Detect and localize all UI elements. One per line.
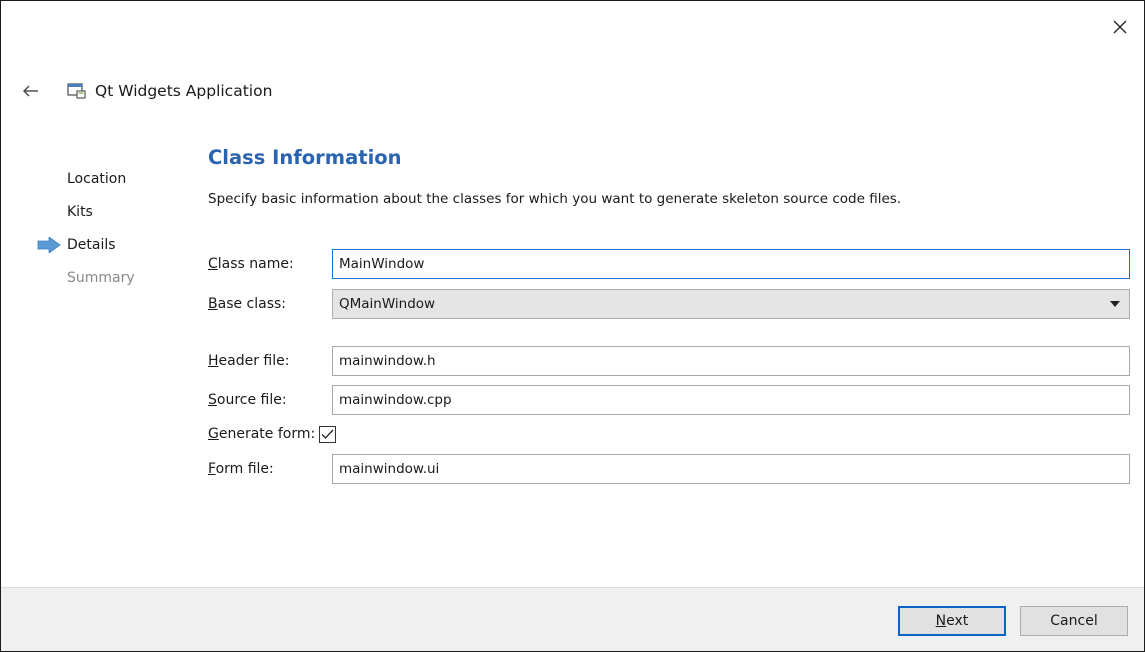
form-file-label: Form file: [208, 461, 274, 477]
generate-form-label: Generate form: [208, 426, 316, 442]
back-button[interactable] [21, 81, 41, 101]
step-label: Kits [67, 204, 93, 220]
base-class-row: Base class: QMainWindow [208, 289, 1130, 319]
button-bar: Next Cancel [1, 587, 1144, 651]
header-file-input[interactable]: mainwindow.h [332, 346, 1130, 376]
header-file-row: Header file: mainwindow.h [208, 346, 1130, 376]
class-name-row: Class name: MainWindow [208, 249, 1130, 279]
checkmark-icon [321, 429, 334, 439]
step-location: Location [25, 168, 135, 201]
source-file-label: Source file: [208, 392, 287, 408]
close-button[interactable] [1106, 13, 1134, 41]
base-class-value: QMainWindow [339, 296, 436, 312]
wizard-steps: Location Kits Details Summary [25, 168, 135, 300]
wizard-window: Qt Widgets Application Location Kits Det… [0, 0, 1145, 652]
form-file-row: Form file: mainwindow.ui [208, 454, 1130, 484]
base-class-dropdown[interactable]: QMainWindow [332, 289, 1130, 319]
close-icon [1113, 20, 1127, 34]
back-arrow-icon [23, 85, 38, 97]
main-panel: Class Information Specify basic informat… [208, 142, 1130, 484]
step-label: Summary [67, 270, 135, 286]
step-label: Location [67, 171, 127, 187]
title-row: Qt Widgets Application [21, 78, 272, 104]
qt-window-icon [67, 83, 86, 99]
step-details: Details [25, 234, 135, 267]
source-file-input[interactable]: mainwindow.cpp [332, 385, 1130, 415]
source-file-row: Source file: mainwindow.cpp [208, 385, 1130, 415]
generate-form-checkbox[interactable] [319, 425, 337, 443]
generate-form-row: Generate form: [208, 423, 337, 445]
base-class-label: Base class: [208, 296, 287, 312]
current-step-arrow-icon [37, 237, 61, 253]
section-title: Class Information [208, 146, 402, 169]
header-file-label: Header file: [208, 353, 290, 369]
class-name-label: Class name: [208, 256, 294, 272]
form-file-input[interactable]: mainwindow.ui [332, 454, 1130, 484]
step-label: Details [67, 237, 116, 253]
class-name-input[interactable]: MainWindow [332, 249, 1130, 279]
wizard-title: Qt Widgets Application [95, 82, 273, 100]
next-button[interactable]: Next [898, 606, 1006, 636]
cancel-button[interactable]: Cancel [1020, 606, 1128, 636]
section-description: Specify basic information about the clas… [208, 191, 902, 207]
step-summary: Summary [25, 267, 135, 300]
step-kits: Kits [25, 201, 135, 234]
chevron-down-icon [1110, 301, 1120, 307]
